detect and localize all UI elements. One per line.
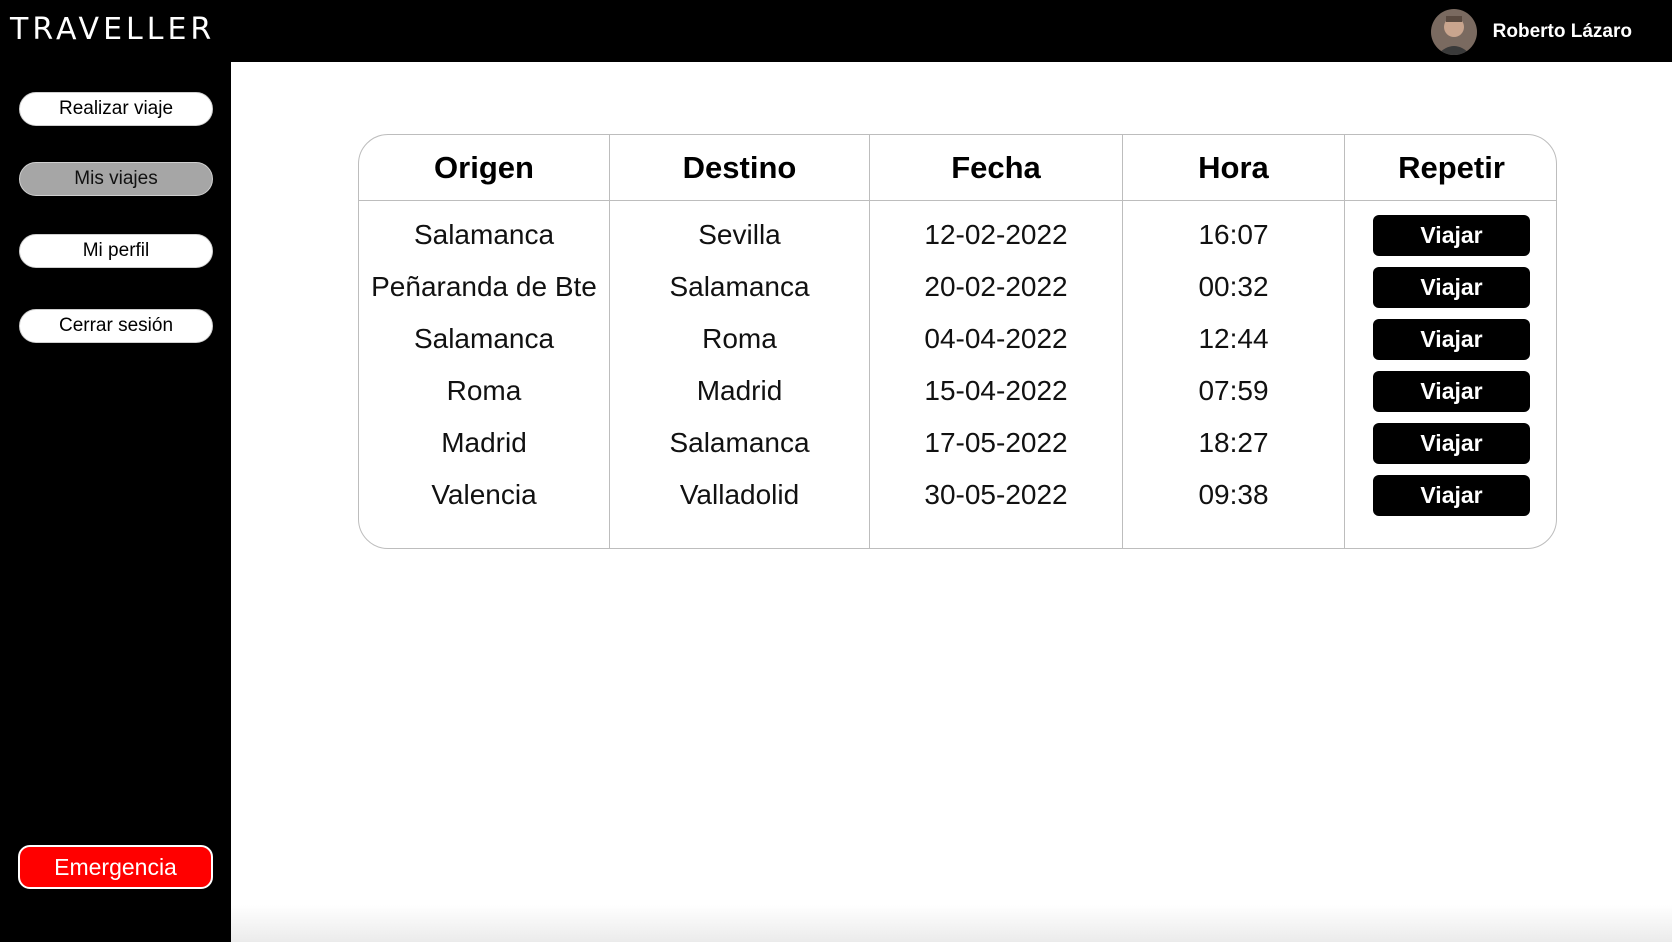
cell-destino: Salamanca <box>669 427 810 458</box>
header-destino: Destino <box>610 135 869 201</box>
cell-origen: Salamanca <box>413 219 555 250</box>
cell-fecha: 20-02-2022 <box>924 271 1068 302</box>
user-avatar-icon <box>1430 9 1477 55</box>
cell-hora: 18:27 <box>1198 427 1269 458</box>
cell-hora: 09:38 <box>1198 479 1269 510</box>
cell-hora: 16:07 <box>1198 219 1269 250</box>
viajar-button[interactable]: Viajar <box>1373 474 1530 516</box>
header-fecha: Fecha <box>870 135 1122 201</box>
cell-fecha: 17-05-2022 <box>924 427 1068 458</box>
nav-cerrar-sesion-button[interactable]: Cerrar sesión <box>19 309 213 343</box>
emergency-button[interactable]: Emergencia <box>18 845 213 889</box>
cell-fecha: 15-04-2022 <box>924 375 1068 406</box>
cell-destino: Sevilla <box>698 219 781 250</box>
column-destino: Destino Sevilla Salamanca Roma Madrid Sa… <box>609 135 869 548</box>
column-hora: Hora 16:07 00:32 12:44 07:59 18:27 09:38 <box>1122 135 1344 548</box>
cell-destino: Madrid <box>696 375 783 406</box>
cell-destino: Roma <box>702 323 777 354</box>
user-name[interactable]: Roberto Lázaro <box>1493 21 1632 43</box>
cell-hora: 07:59 <box>1198 375 1269 406</box>
viajar-button[interactable]: Viajar <box>1373 214 1530 256</box>
viajar-button[interactable]: Viajar <box>1373 370 1530 412</box>
user-menu[interactable]: Roberto Lázaro <box>1430 9 1632 55</box>
cell-destino: Salamanca <box>669 271 810 302</box>
column-fecha: Fecha 12-02-2022 20-02-2022 04-04-2022 1… <box>869 135 1122 548</box>
trips-table: Origen Salamanca Peñaranda de Bte Salama… <box>358 134 1557 549</box>
nav-mis-viajes-button[interactable]: Mis viajes <box>19 162 213 196</box>
cell-origen: Peñaranda de Bte <box>371 271 597 302</box>
cell-origen: Roma <box>446 375 522 406</box>
viajar-button[interactable]: Viajar <box>1373 266 1530 308</box>
cell-origen: Madrid <box>441 427 527 458</box>
app-logo[interactable]: TRAVELLER <box>10 10 215 50</box>
top-bar: TRAVELLER Roberto Lázaro <box>0 0 1672 62</box>
nav-realizar-viaje-button[interactable]: Realizar viaje <box>19 92 213 126</box>
cell-hora: 00:32 <box>1198 271 1269 302</box>
cell-origen: Valencia <box>431 479 537 510</box>
header-hora: Hora <box>1123 135 1344 201</box>
avatar[interactable] <box>1430 9 1477 55</box>
bottom-shadow <box>231 905 1672 942</box>
cell-destino: Valladolid <box>679 479 800 510</box>
cell-origen: Salamanca <box>413 323 555 354</box>
header-repetir: Repetir <box>1345 135 1556 201</box>
cell-hora: 12:44 <box>1198 323 1269 354</box>
viajar-button[interactable]: Viajar <box>1373 318 1530 360</box>
sidebar: Realizar viaje Mis viajes Mi perfil Cerr… <box>0 62 231 942</box>
cell-fecha: 04-04-2022 <box>924 323 1068 354</box>
column-repetir: Repetir Viajar Viajar Viajar Viajar Viaj… <box>1344 135 1556 548</box>
viajar-button[interactable]: Viajar <box>1373 422 1530 464</box>
cell-fecha: 12-02-2022 <box>924 219 1068 250</box>
column-origen: Origen Salamanca Peñaranda de Bte Salama… <box>359 135 609 548</box>
header-origen: Origen <box>359 135 609 201</box>
nav-mi-perfil-button[interactable]: Mi perfil <box>19 234 213 268</box>
cell-fecha: 30-05-2022 <box>924 479 1068 510</box>
